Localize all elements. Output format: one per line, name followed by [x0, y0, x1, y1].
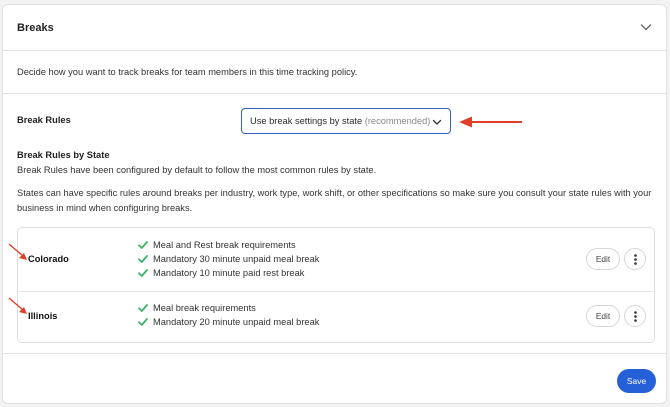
rule-item: Mandatory 20 minute unpaid meal break: [138, 315, 319, 329]
checkmark-icon: [138, 318, 148, 326]
checkmark-icon: [138, 269, 148, 277]
more-vertical-icon: [634, 254, 637, 265]
annotation-arrow-icon: [8, 243, 27, 260]
rule-text: Meal and Rest break requirements: [153, 240, 296, 250]
break-rules-select[interactable]: Use break settings by state (recommended…: [241, 108, 451, 134]
rule-item: Meal and Rest break requirements: [138, 238, 319, 252]
divider: [3, 353, 666, 354]
more-vertical-icon: [634, 311, 637, 322]
checkmark-icon: [138, 255, 148, 263]
select-value: Use break settings by state: [250, 116, 363, 126]
edit-button[interactable]: Edit: [586, 248, 620, 270]
select-hint: (recommended): [364, 116, 431, 126]
rule-text: Mandatory 20 minute unpaid meal break: [153, 317, 320, 327]
state-row-colorado: Colorado Meal and Rest break requirement…: [18, 228, 654, 290]
checkmark-icon: [138, 304, 148, 312]
break-rules-label: Break Rules: [17, 115, 71, 125]
rule-item: Mandatory 30 minute unpaid meal break: [138, 252, 319, 266]
state-rules: Meal and Rest break requirements Mandato…: [138, 238, 319, 280]
more-options-button[interactable]: [624, 248, 646, 270]
rule-text: Mandatory 10 minute paid rest break: [153, 268, 305, 278]
state-name: Colorado: [28, 254, 69, 264]
chevron-down-icon: [432, 119, 442, 125]
states-list: Colorado Meal and Rest break requirement…: [17, 227, 655, 343]
annotation-arrow-icon: [459, 116, 522, 128]
state-rules: Meal break requirements Mandatory 20 min…: [138, 301, 319, 329]
state-row-illinois: Illinois Meal break requirements Mandato…: [18, 291, 654, 343]
panel-header[interactable]: Breaks: [3, 5, 666, 51]
edit-button[interactable]: Edit: [586, 305, 620, 327]
rule-item: Meal break requirements: [138, 301, 319, 315]
rule-item: Mandatory 10 minute paid rest break: [138, 266, 319, 280]
breaks-panel: Breaks Decide how you want to track brea…: [2, 4, 667, 404]
rule-text: Meal break requirements: [153, 303, 256, 313]
annotation-arrow-icon: [8, 297, 27, 314]
by-state-intro: Break Rules have been configured by defa…: [17, 165, 377, 175]
rule-text: Mandatory 30 minute unpaid meal break: [153, 254, 320, 264]
chevron-down-icon[interactable]: [640, 21, 652, 33]
checkmark-icon: [138, 241, 148, 249]
by-state-note: States can have specific rules around br…: [17, 188, 652, 213]
more-options-button[interactable]: [624, 305, 646, 327]
divider: [3, 93, 666, 94]
by-state-title: Break Rules by State: [17, 150, 110, 160]
state-name: Illinois: [28, 311, 58, 321]
panel-title: Breaks: [17, 22, 54, 34]
panel-description: Decide how you want to track breaks for …: [17, 67, 358, 77]
save-button[interactable]: Save: [617, 369, 656, 393]
